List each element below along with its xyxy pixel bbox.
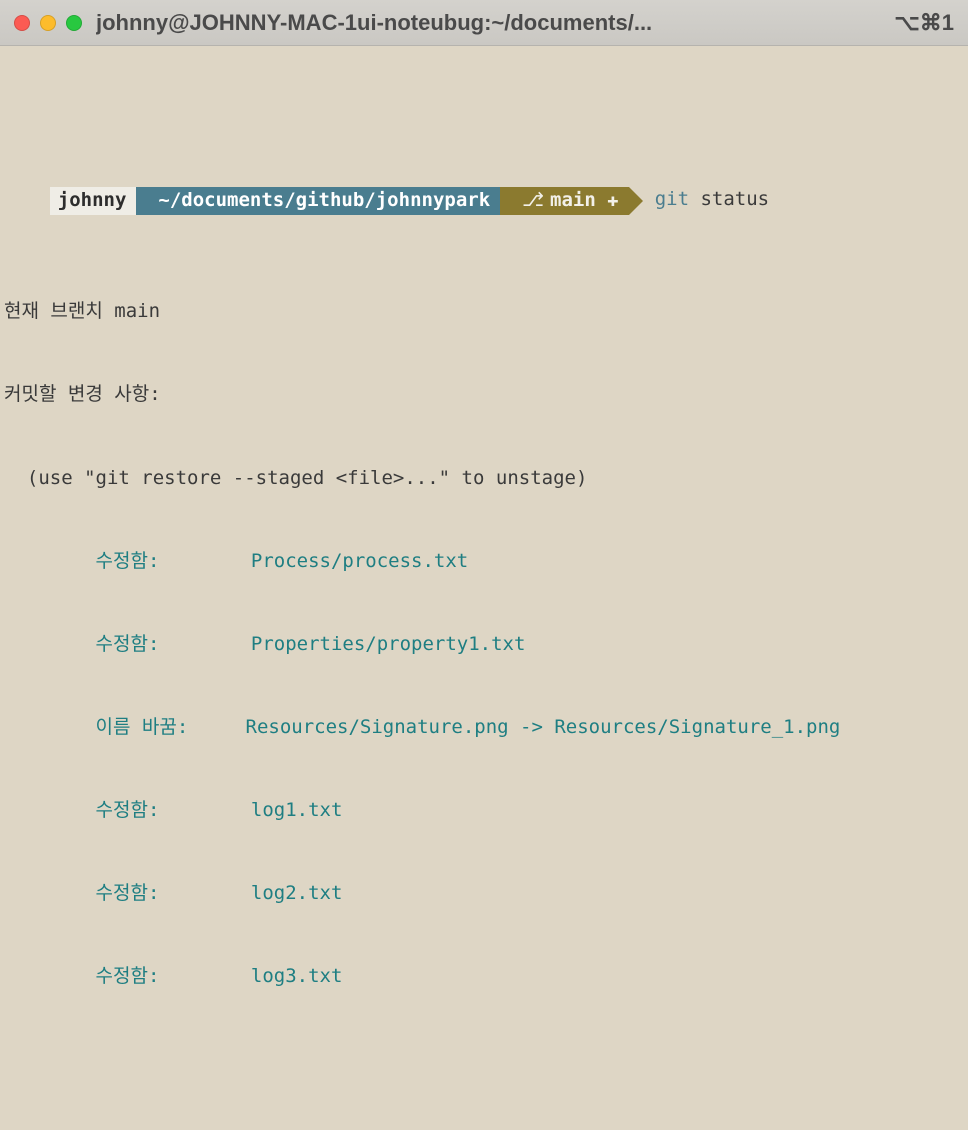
command-rest: status [689,188,769,210]
blank-line [4,1046,964,1074]
staged-line: 수정함: Process/process.txt [4,548,964,576]
window-shortcut-label: ⌥⌘1 [894,7,954,39]
prompt-branch-label: main ✚ [550,187,619,215]
prompt: johnny ~/documents/github/johnnypark ⎇ma… [50,187,629,215]
window-titlebar: johnny@JOHNNY-MAC-1ui-noteubug:~/documen… [0,0,968,46]
window-title: johnny@JOHNNY-MAC-1ui-noteubug:~/documen… [96,7,886,39]
zoom-icon[interactable] [66,15,82,31]
minimize-icon[interactable] [40,15,56,31]
close-icon[interactable] [14,15,30,31]
prompt-branch: ⎇main ✚ [500,187,629,215]
staged-line: 이름 바꿈: Resources/Signature.png -> Resour… [4,714,964,742]
command-line: git status [629,186,769,214]
staged-line: 수정함: log1.txt [4,797,964,825]
output-line: 커밋할 변경 사항: [4,381,964,409]
prompt-path: ~/documents/github/johnnypark [136,187,500,215]
output-line: 현재 브랜치 main [4,298,964,326]
prompt-user: johnny [50,187,137,215]
staged-line: 수정함: log2.txt [4,880,964,908]
terminal[interactable]: johnny ~/documents/github/johnnypark ⎇ma… [0,46,968,1130]
output-line: (use "git restore --staged <file>..." to… [4,465,964,493]
staged-line: 수정함: Properties/property1.txt [4,631,964,659]
window-controls [14,15,82,31]
staged-line: 수정함: log3.txt [4,963,964,991]
branch-icon: ⎇ [522,187,544,215]
command-git-kw: git [655,188,689,210]
